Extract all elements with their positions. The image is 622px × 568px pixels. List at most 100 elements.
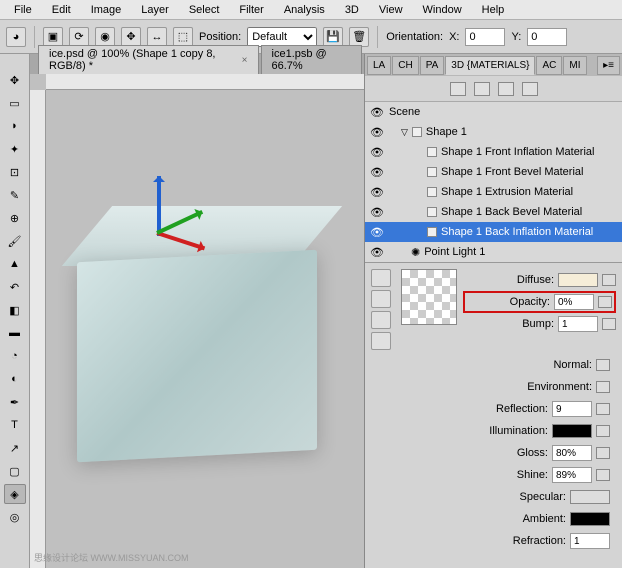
visibility-icon[interactable]: 👁 bbox=[369, 226, 385, 239]
material-bucket-icon[interactable] bbox=[371, 332, 391, 350]
illumination-swatch[interactable] bbox=[552, 424, 592, 438]
menu-window[interactable]: Window bbox=[413, 1, 472, 19]
bump-input[interactable] bbox=[558, 316, 598, 332]
diffuse-swatch[interactable] bbox=[558, 273, 598, 287]
expand-icon[interactable]: ▽ bbox=[401, 127, 408, 138]
filter-mesh-icon[interactable] bbox=[474, 82, 490, 96]
visibility-icon[interactable]: 👁 bbox=[369, 186, 385, 199]
path-tool-icon[interactable]: ↗ bbox=[4, 438, 26, 458]
material-link-icon[interactable] bbox=[371, 311, 391, 329]
ambient-swatch[interactable] bbox=[570, 512, 610, 526]
scene-row-material[interactable]: 👁Shape 1 Extrusion Material bbox=[365, 182, 622, 202]
folder-icon[interactable] bbox=[596, 425, 610, 437]
visibility-icon[interactable]: 👁 bbox=[369, 106, 385, 119]
material-dropper-icon[interactable] bbox=[371, 290, 391, 308]
pen-tool-icon[interactable]: ✒ bbox=[4, 392, 26, 412]
stamp-tool-icon[interactable]: ▲ bbox=[4, 254, 26, 274]
gloss-input[interactable] bbox=[552, 445, 592, 461]
doc-tab-active[interactable]: ice.psd @ 100% (Shape 1 copy 8, RGB/8) *… bbox=[38, 45, 259, 74]
menu-layer[interactable]: Layer bbox=[131, 1, 179, 19]
panel-tab-mini[interactable]: MI bbox=[563, 56, 586, 75]
history-brush-icon[interactable]: ↶ bbox=[4, 277, 26, 297]
refraction-input[interactable] bbox=[570, 533, 610, 549]
y-input[interactable] bbox=[527, 28, 567, 46]
panel-menu-icon[interactable]: ▸≡ bbox=[597, 56, 620, 75]
3d-object-tool-icon[interactable]: ◈ bbox=[4, 484, 26, 504]
panel-tab-channels[interactable]: CH bbox=[392, 56, 418, 75]
folder-icon[interactable] bbox=[596, 469, 610, 481]
lasso-tool-icon[interactable]: ◗ bbox=[4, 116, 26, 136]
filter-scene-icon[interactable] bbox=[450, 82, 466, 96]
material-sphere-icon[interactable] bbox=[371, 269, 391, 287]
marquee-tool-icon[interactable]: ▭ bbox=[4, 93, 26, 113]
menu-image[interactable]: Image bbox=[81, 1, 132, 19]
wand-tool-icon[interactable]: ✦ bbox=[4, 139, 26, 159]
visibility-icon[interactable]: 👁 bbox=[369, 166, 385, 179]
eraser-tool-icon[interactable]: ◧ bbox=[4, 300, 26, 320]
menu-help[interactable]: Help bbox=[472, 1, 515, 19]
scene-row-material[interactable]: 👁Shape 1 Front Bevel Material bbox=[365, 162, 622, 182]
visibility-icon[interactable]: 👁 bbox=[369, 206, 385, 219]
doc-tab[interactable]: ice1.psb @ 66.7% bbox=[261, 45, 362, 74]
scene-row-material[interactable]: 👁Shape 1 Back Bevel Material bbox=[365, 202, 622, 222]
filter-material-icon[interactable] bbox=[498, 82, 514, 96]
folder-icon[interactable] bbox=[596, 447, 610, 459]
scene-row-material[interactable]: 👁Shape 1 Front Inflation Material bbox=[365, 142, 622, 162]
dodge-tool-icon[interactable]: ◐ bbox=[4, 369, 26, 389]
x-input[interactable] bbox=[465, 28, 505, 46]
menu-view[interactable]: View bbox=[369, 1, 413, 19]
close-icon[interactable]: × bbox=[242, 55, 248, 66]
menu-3d[interactable]: 3D bbox=[335, 1, 369, 19]
folder-icon[interactable] bbox=[596, 381, 610, 393]
rotate-icon[interactable]: ⟳ bbox=[69, 27, 89, 47]
menu-file[interactable]: File bbox=[4, 1, 42, 19]
blur-tool-icon[interactable]: ◔ bbox=[4, 346, 26, 366]
shine-input[interactable] bbox=[552, 467, 592, 483]
position-select[interactable]: Default bbox=[247, 27, 317, 47]
eyedropper-tool-icon[interactable]: ✎ bbox=[4, 185, 26, 205]
panel-tab-actions[interactable]: AC bbox=[536, 56, 562, 75]
panel-tab-paths[interactable]: PA bbox=[420, 56, 445, 75]
save-icon[interactable]: 💾 bbox=[323, 27, 343, 47]
tool-preset-icon[interactable]: ◕ bbox=[6, 27, 26, 47]
pan-icon[interactable]: ✥ bbox=[121, 27, 141, 47]
canvas[interactable]: 思缘设计论坛 WWW.MISSYUAN.COM bbox=[30, 74, 364, 568]
opacity-input[interactable] bbox=[554, 294, 594, 310]
3d-object[interactable] bbox=[57, 196, 337, 476]
cube-icon[interactable]: ▣ bbox=[43, 27, 63, 47]
visibility-icon[interactable]: 👁 bbox=[369, 146, 385, 159]
menu-edit[interactable]: Edit bbox=[42, 1, 81, 19]
scene-row-root[interactable]: 👁Scene bbox=[365, 102, 622, 122]
menu-filter[interactable]: Filter bbox=[229, 1, 273, 19]
filter-light-icon[interactable] bbox=[522, 82, 538, 96]
scene-row-light[interactable]: 👁✺Point Light 1 bbox=[365, 242, 622, 262]
panel-tab-layers[interactable]: LA bbox=[367, 56, 391, 75]
brush-tool-icon[interactable]: 🖌 bbox=[4, 231, 26, 251]
slide-icon[interactable]: ↔ bbox=[147, 27, 167, 47]
heal-tool-icon[interactable]: ⊕ bbox=[4, 208, 26, 228]
folder-icon[interactable] bbox=[602, 318, 616, 330]
3d-camera-tool-icon[interactable]: ◎ bbox=[4, 507, 26, 527]
panel-tab-3d[interactable]: 3D {MATERIALS} bbox=[445, 56, 535, 75]
delete-icon[interactable]: 🗑 bbox=[349, 27, 369, 47]
specular-swatch[interactable] bbox=[570, 490, 610, 504]
scene-row-shape[interactable]: 👁▽Shape 1 bbox=[365, 122, 622, 142]
menu-select[interactable]: Select bbox=[179, 1, 230, 19]
shape-tool-icon[interactable]: ▢ bbox=[4, 461, 26, 481]
roll-icon[interactable]: ◉ bbox=[95, 27, 115, 47]
scene-row-material-selected[interactable]: 👁Shape 1 Back Inflation Material bbox=[365, 222, 622, 242]
move-tool-icon[interactable]: ✥ bbox=[4, 70, 26, 90]
crop-tool-icon[interactable]: ⊡ bbox=[4, 162, 26, 182]
material-preview[interactable] bbox=[401, 269, 457, 325]
folder-icon[interactable] bbox=[602, 274, 616, 286]
visibility-icon[interactable]: 👁 bbox=[369, 246, 385, 259]
menu-analysis[interactable]: Analysis bbox=[274, 1, 335, 19]
folder-icon[interactable] bbox=[596, 359, 610, 371]
folder-icon[interactable] bbox=[598, 296, 612, 308]
y-axis-icon[interactable] bbox=[157, 176, 161, 236]
type-tool-icon[interactable]: T bbox=[4, 415, 26, 435]
folder-icon[interactable] bbox=[596, 403, 610, 415]
reflection-input[interactable] bbox=[552, 401, 592, 417]
visibility-icon[interactable]: 👁 bbox=[369, 126, 385, 139]
scale-icon[interactable]: ⬚ bbox=[173, 27, 193, 47]
